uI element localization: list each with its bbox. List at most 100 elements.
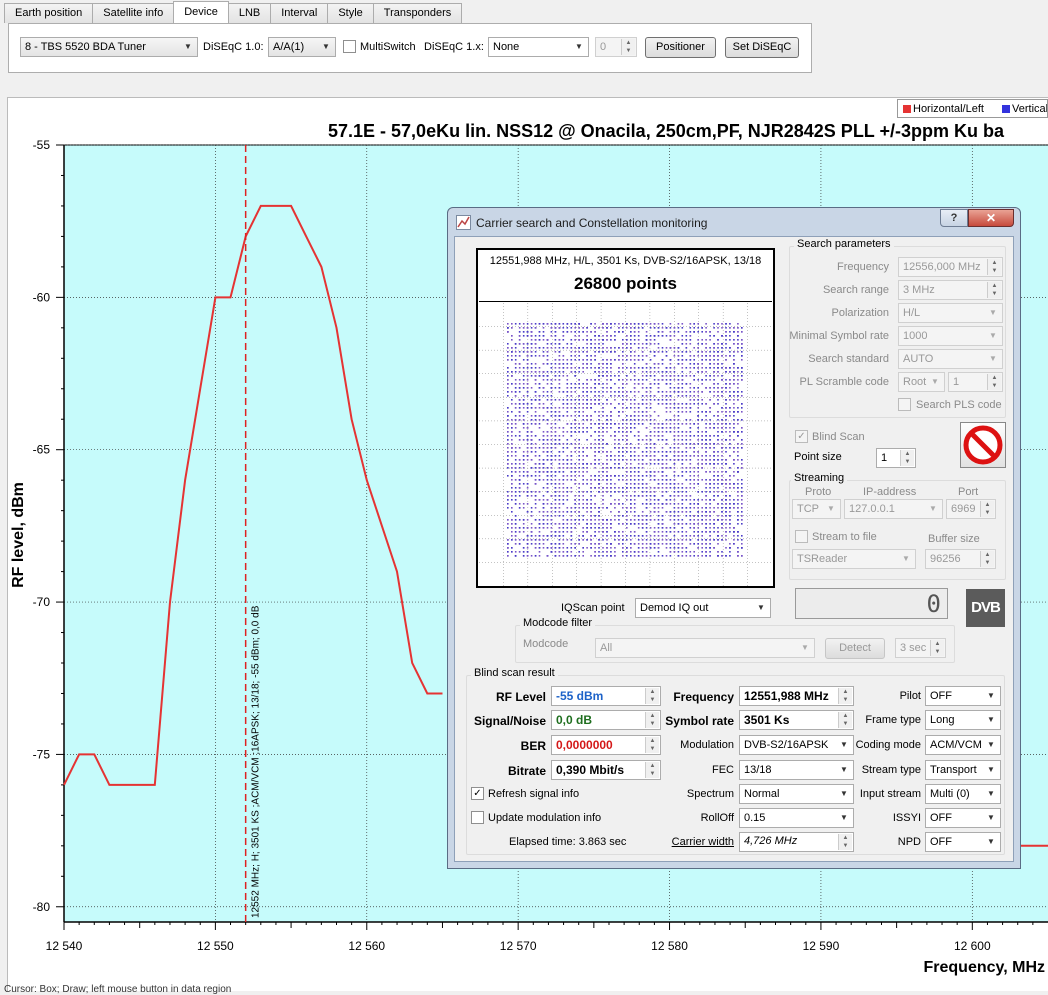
signal-noise-field[interactable]: 0,0 dB ▲▼ xyxy=(551,710,661,730)
result-frequency-label: Frequency xyxy=(673,690,734,704)
constellation-plot[interactable] xyxy=(479,303,772,586)
reader-select[interactable]: TSReader▼ xyxy=(792,549,916,569)
modulation-select[interactable]: DVB-S2/16APSK▼ xyxy=(739,735,854,755)
issyi-select[interactable]: OFF▼ xyxy=(925,808,1001,828)
blind-scan-result-title: Blind scan result xyxy=(471,667,558,679)
iqscan-select[interactable]: Demod IQ out▼ xyxy=(635,598,771,618)
spin-arrows-icon[interactable]: ▲▼ xyxy=(645,737,659,753)
modcode-interval-input[interactable]: 3 sec▲▼ xyxy=(895,638,946,658)
search-range-input-value: 3 MHz xyxy=(903,284,935,296)
bitrate-field[interactable]: 0,390 Mbit/s▲▼ xyxy=(551,760,661,780)
stream-to-file-label: Stream to file xyxy=(812,531,877,543)
carrier-width-field[interactable]: 4,726 MHz▲▼ xyxy=(739,832,854,852)
stop-button[interactable] xyxy=(960,422,1006,468)
search-pls-label: Search PLS code xyxy=(916,399,1002,411)
signal-noise-value: 0,0 dB xyxy=(556,713,592,727)
stream-to-file-checkbox[interactable] xyxy=(795,530,808,543)
spin-arrows-icon[interactable]: ▲▼ xyxy=(838,712,852,728)
spin-arrows-icon[interactable]: ▲▼ xyxy=(900,450,914,466)
point-size-label: Point size xyxy=(794,451,842,463)
spectrum-select[interactable]: Normal▼ xyxy=(739,784,854,804)
spin-arrows-icon[interactable]: ▲▼ xyxy=(980,551,994,567)
legend-vertical-swatch xyxy=(1002,105,1010,113)
result-frequency-field[interactable]: 12551,988 MHz ▲▼ xyxy=(739,686,854,706)
x-tick-label: 12 560 xyxy=(348,939,385,953)
pls-value-input-value: 1 xyxy=(953,376,959,388)
rolloff-select-value: 0.15 xyxy=(744,812,765,824)
detect-button[interactable]: Detect xyxy=(825,638,885,659)
symbol-rate-field[interactable]: 3501 Ks ▲▼ xyxy=(739,710,854,730)
point-size-input[interactable]: 1▲▼ xyxy=(876,448,916,468)
carrier-search-dialog: Carrier search and Constellation monitor… xyxy=(447,207,1021,869)
pilot-select[interactable]: OFF▼ xyxy=(925,686,1001,706)
spin-arrows-icon[interactable]: ▲▼ xyxy=(838,688,852,704)
chevron-down-icon: ▼ xyxy=(755,602,767,614)
streaming-title: Streaming xyxy=(791,472,847,484)
pls-mode-select[interactable]: Root▼ xyxy=(898,372,945,392)
port-input[interactable]: 6969▲▼ xyxy=(946,499,996,519)
y-tick-label: -80 xyxy=(33,900,51,914)
symbol-rate-value: 3501 Ks xyxy=(744,713,789,727)
input-stream-select-value: Multi (0) xyxy=(930,788,970,800)
legend-vertical-label: Vertical/ xyxy=(1012,103,1048,115)
spin-arrows-icon[interactable]: ▲▼ xyxy=(987,259,1001,275)
refresh-signal-label: Refresh signal info xyxy=(488,788,579,800)
search-range-label: Search range xyxy=(823,284,889,296)
result-frequency-value: 12551,988 MHz xyxy=(744,689,829,703)
close-button[interactable]: ✕ xyxy=(968,209,1014,227)
pilot-select-value: OFF xyxy=(930,690,952,702)
chevron-down-icon: ▼ xyxy=(900,553,912,565)
min-symbol-rate-select[interactable]: 1000 ▼ xyxy=(898,326,1003,346)
carrier-width-label[interactable]: Carrier width xyxy=(672,836,734,848)
help-button[interactable]: ? xyxy=(940,209,968,227)
pls-value-input[interactable]: 1 ▲▼ xyxy=(948,372,1003,392)
frame-type-select-value: Long xyxy=(930,714,954,726)
x-tick-label: 12 590 xyxy=(803,939,840,953)
rf-level-field[interactable]: -55 dBm▲▼ xyxy=(551,686,661,706)
coding-mode-select[interactable]: ACM/VCM▼ xyxy=(925,735,1001,755)
spin-arrows-icon[interactable]: ▲▼ xyxy=(838,834,852,850)
port-label: Port xyxy=(958,486,978,498)
spin-arrows-icon[interactable]: ▲▼ xyxy=(987,282,1001,298)
min-symbol-rate-select-value: 1000 xyxy=(903,330,927,342)
ber-field[interactable]: 0,0000000▲▼ xyxy=(551,735,661,755)
dialog-titlebar[interactable]: Carrier search and Constellation monitor… xyxy=(448,208,1020,236)
frequency-input[interactable]: 12556,000 MHz▲▼ xyxy=(898,257,1003,277)
stop-icon xyxy=(961,423,1005,467)
search-range-input[interactable]: 3 MHz ▲▼ xyxy=(898,280,1003,300)
frame-type-select[interactable]: Long▼ xyxy=(925,710,1001,730)
spectrum-label: Spectrum xyxy=(687,788,734,800)
blind-scan-checkbox[interactable]: ✓ xyxy=(795,430,808,443)
polarization-select[interactable]: H/L▼ xyxy=(898,303,1003,323)
spin-arrows-icon[interactable]: ▲▼ xyxy=(645,688,659,704)
fec-label: FEC xyxy=(712,764,734,776)
rolloff-select[interactable]: 0.15▼ xyxy=(739,808,854,828)
modcode-select-value: All xyxy=(600,642,612,654)
ip-address-select[interactable]: 127.0.0.1▼ xyxy=(844,499,943,519)
stream-type-label: Stream type xyxy=(862,764,921,776)
fec-select[interactable]: 13/18▼ xyxy=(739,760,854,780)
tab-device[interactable]: Device xyxy=(173,1,229,23)
spin-arrows-icon[interactable]: ▲▼ xyxy=(980,501,994,517)
coding-mode-label: Coding mode xyxy=(856,739,921,751)
proto-select[interactable]: TCP▼ xyxy=(792,499,841,519)
spin-arrows-icon[interactable]: ▲▼ xyxy=(930,640,944,656)
y-tick-label: -75 xyxy=(33,747,51,761)
search-pls-checkbox[interactable] xyxy=(898,398,911,411)
update-modulation-checkbox[interactable] xyxy=(471,811,484,824)
input-stream-select[interactable]: Multi (0)▼ xyxy=(925,784,1001,804)
buffer-size-input[interactable]: 96256▲▼ xyxy=(925,549,996,569)
refresh-signal-checkbox[interactable]: ✓ xyxy=(471,787,484,800)
constellation-points xyxy=(507,323,743,557)
npd-select[interactable]: OFF▼ xyxy=(925,832,1001,852)
chevron-down-icon: ▼ xyxy=(929,376,941,388)
spin-arrows-icon[interactable]: ▲▼ xyxy=(645,762,659,778)
chevron-down-icon: ▼ xyxy=(987,330,999,342)
stream-type-select[interactable]: Transport▼ xyxy=(925,760,1001,780)
spin-arrows-icon[interactable]: ▲▼ xyxy=(987,374,1001,390)
modcode-filter-title: Modcode filter xyxy=(520,617,595,629)
spin-arrows-icon[interactable]: ▲▼ xyxy=(645,712,659,728)
search-standard-select[interactable]: AUTO▼ xyxy=(898,349,1003,369)
modulation-label: Modulation xyxy=(680,739,734,751)
modcode-select[interactable]: All▼ xyxy=(595,638,815,658)
